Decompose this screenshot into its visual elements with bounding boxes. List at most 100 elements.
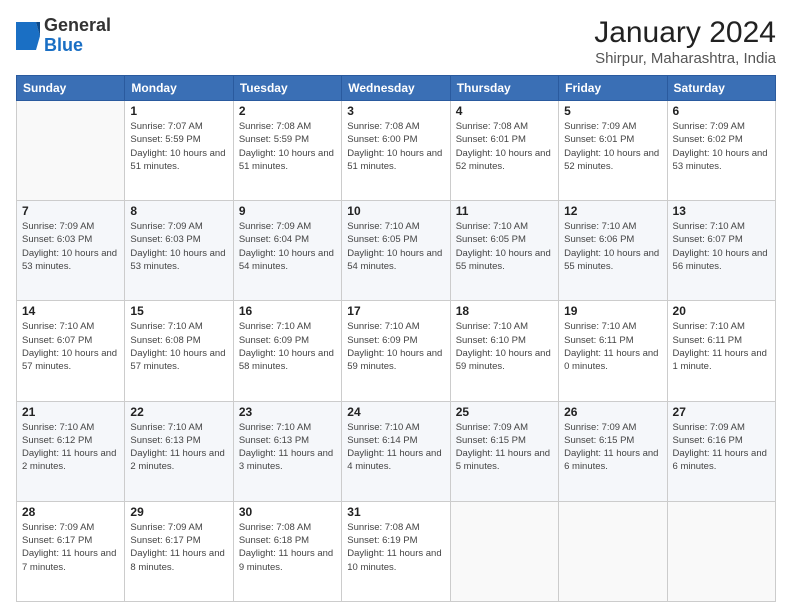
day-number: 21 <box>22 405 119 419</box>
day-number: 11 <box>456 204 553 218</box>
day-number: 31 <box>347 505 444 519</box>
day-number: 7 <box>22 204 119 218</box>
day-number: 9 <box>239 204 336 218</box>
day-number: 3 <box>347 104 444 118</box>
day-info: Sunrise: 7:10 AMSunset: 6:12 PMDaylight:… <box>22 421 119 474</box>
calendar-cell: 14 Sunrise: 7:10 AMSunset: 6:07 PMDayligh… <box>17 301 125 401</box>
day-info: Sunrise: 7:10 AMSunset: 6:07 PMDaylight:… <box>22 320 119 373</box>
day-info: Sunrise: 7:10 AMSunset: 6:06 PMDaylight:… <box>564 220 661 273</box>
day-info: Sunrise: 7:10 AMSunset: 6:09 PMDaylight:… <box>347 320 444 373</box>
calendar-cell: 27Sunrise: 7:09 AMSunset: 6:16 PMDayligh… <box>667 401 775 501</box>
logo: General Blue <box>16 16 111 56</box>
calendar-body: 1 Sunrise: 7:07 AMSunset: 5:59 PMDaylight… <box>17 101 776 602</box>
day-info: Sunrise: 7:10 AMSunset: 6:11 PMDaylight:… <box>673 320 770 373</box>
header-row: SundayMondayTuesdayWednesdayThursdayFrid… <box>17 76 776 101</box>
calendar-cell: 31 Sunrise: 7:08 AMSunset: 6:19 PMDayligh… <box>342 501 450 601</box>
header-day-sunday: Sunday <box>17 76 125 101</box>
calendar-cell: 28 Sunrise: 7:09 AMSunset: 6:17 PMDayligh… <box>17 501 125 601</box>
day-number: 15 <box>130 304 227 318</box>
day-number: 20 <box>673 304 770 318</box>
logo-blue: Blue <box>44 35 83 55</box>
calendar-header: SundayMondayTuesdayWednesdayThursdayFrid… <box>17 76 776 101</box>
day-info: Sunrise: 7:10 AMSunset: 6:09 PMDaylight:… <box>239 320 336 373</box>
day-info: Sunrise: 7:10 AMSunset: 6:10 PMDaylight:… <box>456 320 553 373</box>
header-day-thursday: Thursday <box>450 76 558 101</box>
calendar-cell: 6 Sunrise: 7:09 AMSunset: 6:02 PMDaylight… <box>667 101 775 201</box>
day-number: 27 <box>673 405 770 419</box>
day-number: 1 <box>130 104 227 118</box>
day-number: 10 <box>347 204 444 218</box>
day-number: 2 <box>239 104 336 118</box>
calendar-cell: 7 Sunrise: 7:09 AMSunset: 6:03 PMDaylight… <box>17 201 125 301</box>
week-row-1: 7 Sunrise: 7:09 AMSunset: 6:03 PMDaylight… <box>17 201 776 301</box>
calendar-cell: 26 Sunrise: 7:09 AMSunset: 6:15 PMDayligh… <box>559 401 667 501</box>
calendar-cell: 16 Sunrise: 7:10 AMSunset: 6:09 PMDayligh… <box>233 301 341 401</box>
day-number: 12 <box>564 204 661 218</box>
day-number: 14 <box>22 304 119 318</box>
day-info: Sunrise: 7:10 AMSunset: 6:13 PMDaylight:… <box>130 421 227 474</box>
calendar-cell: 11Sunrise: 7:10 AMSunset: 6:05 PMDayligh… <box>450 201 558 301</box>
calendar-cell: 8Sunrise: 7:09 AMSunset: 6:03 PMDaylight… <box>125 201 233 301</box>
day-number: 28 <box>22 505 119 519</box>
day-number: 18 <box>456 304 553 318</box>
day-info: Sunrise: 7:09 AMSunset: 6:17 PMDaylight:… <box>22 521 119 574</box>
day-number: 13 <box>673 204 770 218</box>
day-number: 19 <box>564 304 661 318</box>
calendar-cell: 20 Sunrise: 7:10 AMSunset: 6:11 PMDayligh… <box>667 301 775 401</box>
header-day-wednesday: Wednesday <box>342 76 450 101</box>
calendar-cell <box>559 501 667 601</box>
calendar-cell: 21 Sunrise: 7:10 AMSunset: 6:12 PMDayligh… <box>17 401 125 501</box>
calendar-cell <box>667 501 775 601</box>
header: General Blue January 2024 Shirpur, Mahar… <box>16 16 776 67</box>
day-info: Sunrise: 7:09 AMSunset: 6:15 PMDaylight:… <box>564 421 661 474</box>
day-number: 25 <box>456 405 553 419</box>
calendar-cell <box>450 501 558 601</box>
day-number: 6 <box>673 104 770 118</box>
day-info: Sunrise: 7:08 AMSunset: 6:01 PMDaylight:… <box>456 120 553 173</box>
calendar-cell <box>17 101 125 201</box>
calendar-cell: 30Sunrise: 7:08 AMSunset: 6:18 PMDayligh… <box>233 501 341 601</box>
header-day-tuesday: Tuesday <box>233 76 341 101</box>
logo-text: General Blue <box>44 16 111 56</box>
calendar-cell: 15 Sunrise: 7:10 AMSunset: 6:08 PMDayligh… <box>125 301 233 401</box>
week-row-2: 14 Sunrise: 7:10 AMSunset: 6:07 PMDayligh… <box>17 301 776 401</box>
day-info: Sunrise: 7:08 AMSunset: 6:18 PMDaylight:… <box>239 521 336 574</box>
calendar-cell: 1 Sunrise: 7:07 AMSunset: 5:59 PMDaylight… <box>125 101 233 201</box>
day-info: Sunrise: 7:09 AMSunset: 6:17 PMDaylight:… <box>130 521 227 574</box>
day-number: 16 <box>239 304 336 318</box>
calendar-cell: 10Sunrise: 7:10 AMSunset: 6:05 PMDayligh… <box>342 201 450 301</box>
day-number: 8 <box>130 204 227 218</box>
day-info: Sunrise: 7:10 AMSunset: 6:08 PMDaylight:… <box>130 320 227 373</box>
main-title: January 2024 <box>594 16 776 50</box>
week-row-3: 21 Sunrise: 7:10 AMSunset: 6:12 PMDayligh… <box>17 401 776 501</box>
calendar-cell: 22 Sunrise: 7:10 AMSunset: 6:13 PMDayligh… <box>125 401 233 501</box>
calendar-cell: 13Sunrise: 7:10 AMSunset: 6:07 PMDayligh… <box>667 201 775 301</box>
day-number: 24 <box>347 405 444 419</box>
day-number: 26 <box>564 405 661 419</box>
calendar-cell: 17Sunrise: 7:10 AMSunset: 6:09 PMDayligh… <box>342 301 450 401</box>
calendar-cell: 4Sunrise: 7:08 AMSunset: 6:01 PMDaylight… <box>450 101 558 201</box>
day-info: Sunrise: 7:09 AMSunset: 6:02 PMDaylight:… <box>673 120 770 173</box>
calendar-cell: 9 Sunrise: 7:09 AMSunset: 6:04 PMDaylight… <box>233 201 341 301</box>
calendar-cell: 24 Sunrise: 7:10 AMSunset: 6:14 PMDayligh… <box>342 401 450 501</box>
week-row-0: 1 Sunrise: 7:07 AMSunset: 5:59 PMDaylight… <box>17 101 776 201</box>
calendar-cell: 2Sunrise: 7:08 AMSunset: 5:59 PMDaylight… <box>233 101 341 201</box>
title-block: January 2024 Shirpur, Maharashtra, India <box>594 16 776 67</box>
header-day-monday: Monday <box>125 76 233 101</box>
calendar-cell: 25 Sunrise: 7:09 AMSunset: 6:15 PMDayligh… <box>450 401 558 501</box>
calendar-cell: 3Sunrise: 7:08 AMSunset: 6:00 PMDaylight… <box>342 101 450 201</box>
day-info: Sunrise: 7:07 AMSunset: 5:59 PMDaylight:… <box>130 120 227 173</box>
day-info: Sunrise: 7:09 AMSunset: 6:03 PMDaylight:… <box>22 220 119 273</box>
header-day-saturday: Saturday <box>667 76 775 101</box>
calendar-table: SundayMondayTuesdayWednesdayThursdayFrid… <box>16 75 776 602</box>
day-info: Sunrise: 7:10 AMSunset: 6:14 PMDaylight:… <box>347 421 444 474</box>
logo-general: General <box>44 15 111 35</box>
header-day-friday: Friday <box>559 76 667 101</box>
day-info: Sunrise: 7:09 AMSunset: 6:04 PMDaylight:… <box>239 220 336 273</box>
day-info: Sunrise: 7:10 AMSunset: 6:11 PMDaylight:… <box>564 320 661 373</box>
day-info: Sunrise: 7:09 AMSunset: 6:15 PMDaylight:… <box>456 421 553 474</box>
day-number: 22 <box>130 405 227 419</box>
day-info: Sunrise: 7:08 AMSunset: 6:19 PMDaylight:… <box>347 521 444 574</box>
calendar-cell: 29Sunrise: 7:09 AMSunset: 6:17 PMDayligh… <box>125 501 233 601</box>
calendar-cell: 19 Sunrise: 7:10 AMSunset: 6:11 PMDayligh… <box>559 301 667 401</box>
